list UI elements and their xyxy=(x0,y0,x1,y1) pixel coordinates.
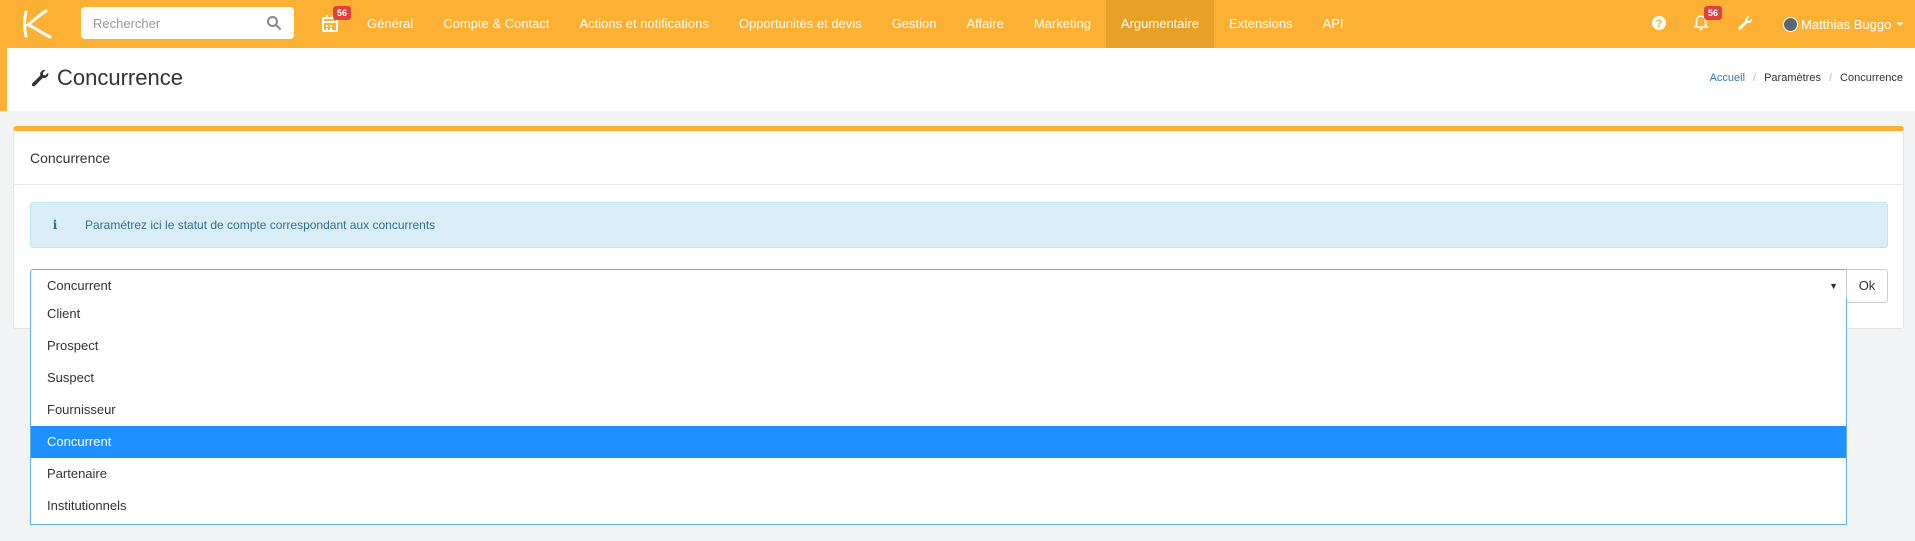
menu-item-extensions[interactable]: Extensions xyxy=(1214,0,1308,48)
chevron-down-icon xyxy=(1896,22,1904,26)
search-icon[interactable] xyxy=(266,15,282,31)
option-fournisseur[interactable]: Fournisseur xyxy=(31,394,1846,426)
breadcrumb: Accueil / Paramètres / Concurrence xyxy=(1710,72,1903,84)
menu-item-affaire[interactable]: Affaire xyxy=(952,0,1019,48)
user-avatar-icon xyxy=(1784,31,1798,32)
select-value: Concurrent xyxy=(47,278,112,293)
menu-item-argumentaire[interactable]: Argumentaire xyxy=(1105,0,1214,48)
menu-item-gestion[interactable]: Gestion xyxy=(877,0,952,48)
menu-item-actions-notifications[interactable]: Actions et notifications xyxy=(564,0,723,48)
breadcrumb-separator: / xyxy=(1828,72,1833,84)
breadcrumb-current: Concurrence xyxy=(1840,72,1903,84)
breadcrumb-settings[interactable]: Paramètres xyxy=(1764,72,1821,84)
ok-button[interactable]: Ok xyxy=(1846,269,1888,303)
option-concurrent[interactable]: Concurrent xyxy=(31,426,1846,458)
svg-text:?: ? xyxy=(1656,18,1663,30)
menu-item-marketing[interactable]: Marketing xyxy=(1019,0,1106,48)
avatar xyxy=(1783,16,1798,32)
menu-item-compte-contact[interactable]: Compte & Contact xyxy=(428,0,564,48)
main-menu: Général Compte & Contact Actions et noti… xyxy=(352,0,1359,48)
option-institutionnels[interactable]: Institutionnels xyxy=(31,490,1846,522)
menu-item-opportunites-devis[interactable]: Opportunités et devis xyxy=(724,0,877,48)
menu-item-general[interactable]: Général xyxy=(352,0,428,48)
page-title-text: Concurrence xyxy=(57,65,183,90)
option-prospect[interactable]: Prospect xyxy=(31,330,1846,362)
option-suspect[interactable]: Suspect xyxy=(31,362,1846,394)
breadcrumb-separator: / xyxy=(1753,72,1757,84)
user-menu[interactable]: Matthias Buggo xyxy=(1783,0,1905,48)
notification-badge: 56 xyxy=(1704,6,1723,20)
wrench-icon[interactable] xyxy=(1736,14,1754,32)
panel-heading: Concurrence xyxy=(14,131,1903,185)
help-icon[interactable]: ? xyxy=(1650,14,1668,32)
user-name: Matthias Buggo xyxy=(1801,16,1892,32)
info-text: Paramétrez ici le statut de compte corre… xyxy=(85,218,436,232)
search-input[interactable] xyxy=(93,8,273,38)
page-title: Concurrence xyxy=(29,65,183,91)
breadcrumb-home[interactable]: Accueil xyxy=(1710,72,1745,84)
logo-icon xyxy=(23,9,52,39)
info-icon: i xyxy=(52,218,58,232)
top-navbar: 56 Général Compte & Contact Actions et n… xyxy=(0,0,1915,48)
option-client[interactable]: Client xyxy=(31,298,1846,330)
option-partenaire[interactable]: Partenaire xyxy=(31,458,1846,490)
menu-item-api[interactable]: API xyxy=(1308,0,1359,48)
wrench-icon xyxy=(31,69,49,87)
page-header: Concurrence Accueil / Paramètres / Concu… xyxy=(0,48,1915,111)
app-logo[interactable] xyxy=(0,0,72,48)
select-dropdown-list: Client Prospect Suspect Fournisseur Conc… xyxy=(30,298,1847,525)
info-alert: i Paramétrez ici le statut de compte cor… xyxy=(30,202,1888,248)
search-box xyxy=(81,7,294,39)
calendar-badge: 56 xyxy=(333,6,352,20)
